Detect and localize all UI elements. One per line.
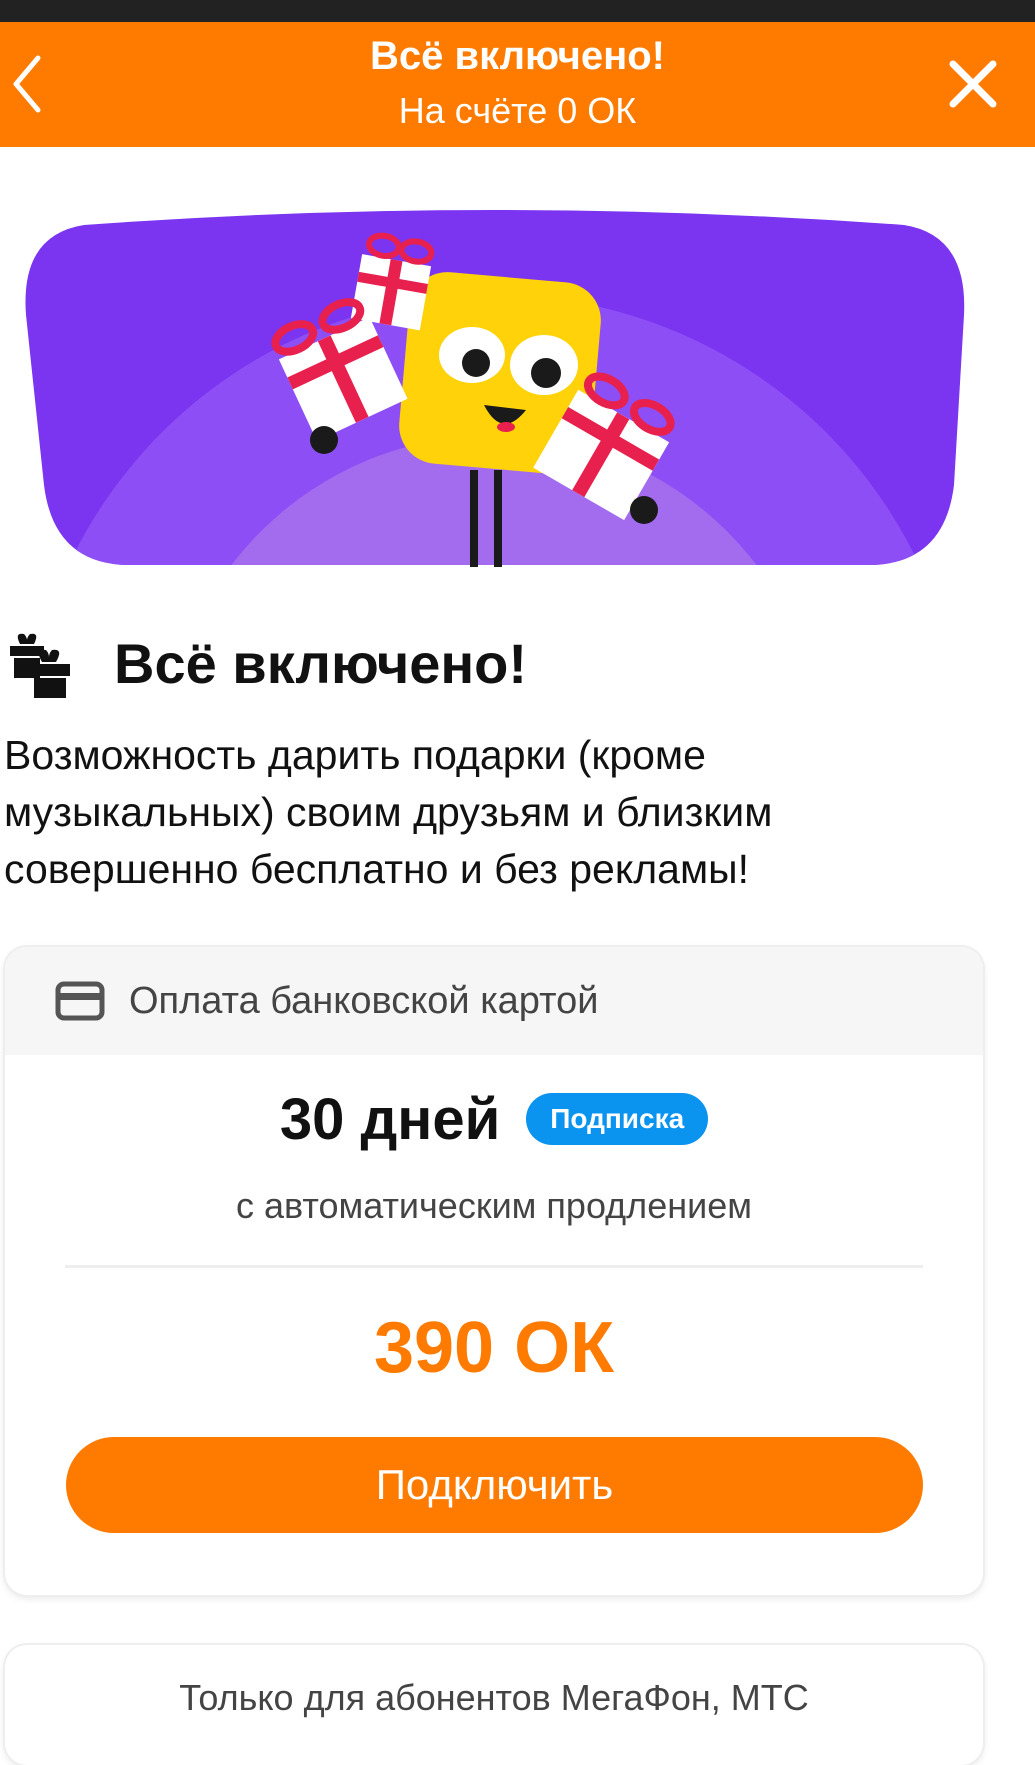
- payment-method-label: Оплата банковской картой: [129, 979, 599, 1022]
- connect-button[interactable]: Подключить: [66, 1437, 923, 1533]
- price-label: 390 ОК: [373, 1308, 615, 1388]
- divider: [65, 1265, 923, 1268]
- period-label: 30 дней: [279, 1086, 501, 1152]
- period-row: 30 дней Подписка: [5, 1086, 983, 1152]
- promo-banner-illustration: [24, 205, 968, 570]
- header-bar: Всё включено! На счёте 0 ОК: [0, 22, 1035, 147]
- operator-card[interactable]: Только для абонентов МегаФон, МТС: [5, 1645, 983, 1765]
- renewal-note: с автоматическим продлением: [236, 1185, 752, 1226]
- operator-card-text: Только для абонентов МегаФон, МТС: [179, 1677, 809, 1718]
- feature-heading: Всё включено!: [6, 618, 527, 708]
- payment-method-row[interactable]: Оплата банковской картой: [5, 947, 983, 1055]
- status-bar: [0, 0, 1035, 22]
- header-title: Всё включено!: [369, 34, 666, 78]
- feature-title: Всё включено!: [114, 631, 528, 695]
- subscription-badge: Подписка: [526, 1093, 709, 1145]
- credit-card-icon: [55, 981, 105, 1021]
- close-icon[interactable]: [941, 52, 1005, 116]
- subscription-card: Оплата банковской картой 30 дней Подписк…: [5, 947, 983, 1595]
- feature-description: Возможность дарить подарки (кроме музыка…: [4, 732, 773, 892]
- gift-icon: [6, 628, 72, 698]
- header-balance: На счёте 0 ОК: [398, 90, 637, 131]
